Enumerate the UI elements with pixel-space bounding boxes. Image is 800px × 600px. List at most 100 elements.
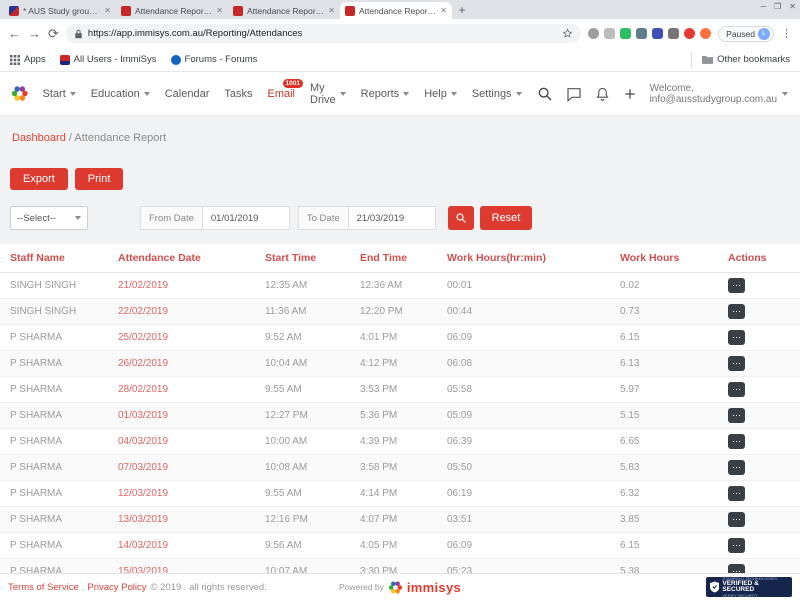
row-actions-button[interactable] (728, 330, 745, 345)
extension-icon[interactable] (652, 28, 663, 39)
cell-work-hours: 5.38 (610, 559, 718, 574)
table-row: SINGH SINGH 21/02/2019 12:35 AM 12:36 AM… (0, 273, 800, 299)
staff-select[interactable]: --Select-- (10, 206, 88, 230)
extension-icon[interactable] (620, 28, 631, 39)
breadcrumb-dashboard-link[interactable]: Dashboard (12, 132, 66, 144)
nav-item-help[interactable]: Help (424, 88, 457, 100)
chevron-down-icon (70, 92, 76, 96)
paused-extension-badge[interactable]: Paused L (718, 26, 774, 42)
extension-icon[interactable] (684, 28, 695, 39)
tab-close-icon[interactable] (440, 7, 447, 15)
powered-by-label: Powered by (339, 582, 384, 592)
nav-item-calendar[interactable]: Calendar (165, 88, 210, 100)
cell-attendance-date: 13/03/2019 (108, 507, 255, 533)
table-row: P SHARMA 04/03/2019 10:00 AM 4:39 PM 06:… (0, 429, 800, 455)
filter-search-button[interactable] (448, 206, 474, 230)
new-tab-button[interactable] (452, 3, 472, 19)
row-actions-button[interactable] (728, 564, 745, 573)
table-row: P SHARMA 13/03/2019 12:16 PM 4:07 PM 03:… (0, 507, 800, 533)
cell-staff-name: P SHARMA (0, 507, 108, 533)
export-button[interactable]: Export (10, 168, 68, 190)
browser-tab-active[interactable]: Attendance Report - ImmiSys (340, 2, 452, 19)
cell-end-time: 3:53 PM (350, 377, 437, 403)
nav-item-start[interactable]: Start (43, 88, 76, 100)
print-button[interactable]: Print (75, 168, 124, 190)
row-actions-button[interactable] (728, 408, 745, 423)
row-actions-button[interactable] (728, 538, 745, 553)
tab-close-icon[interactable] (216, 7, 223, 15)
browser-tab[interactable]: Attendance Report - ImmiSys (116, 2, 228, 19)
nav-item-reports[interactable]: Reports (361, 88, 410, 100)
forward-button[interactable] (28, 27, 41, 40)
cell-end-time: 5:36 PM (350, 403, 437, 429)
nav-item-settings[interactable]: Settings (472, 88, 522, 100)
cell-work-hours-hrmin: 00:44 (437, 299, 610, 325)
cell-start-time: 9:55 AM (255, 481, 350, 507)
bookmark-item[interactable]: Forums - Forums (171, 54, 258, 65)
cell-work-hours: 0.02 (610, 273, 718, 299)
nav-item-my-drive[interactable]: My Drive (310, 82, 346, 106)
window-close-button[interactable]: ✕ (789, 2, 796, 11)
tab-close-icon[interactable] (104, 7, 111, 15)
cell-attendance-date: 28/02/2019 (108, 377, 255, 403)
col-staff-name: Staff Name (0, 244, 108, 273)
window-minimize-button[interactable]: ─ (760, 2, 766, 11)
from-date-label: From Date (140, 206, 202, 230)
row-actions-button[interactable] (728, 382, 745, 397)
bookmark-item[interactable]: All Users - ImmiSys (60, 54, 157, 65)
window-restore-button[interactable]: ❐ (774, 2, 781, 11)
tab-close-icon[interactable] (328, 7, 335, 15)
cell-actions (718, 377, 800, 403)
extension-icon[interactable] (604, 28, 615, 39)
cell-staff-name: P SHARMA (0, 455, 108, 481)
immisys-footer-brand[interactable]: immisys (407, 580, 461, 595)
col-work-hours-hrmin: Work Hours(hr:min) (437, 244, 610, 273)
cell-end-time: 4:14 PM (350, 481, 437, 507)
browser-tab[interactable]: Attendance Report - ImmiSys (228, 2, 340, 19)
row-actions-button[interactable] (728, 512, 745, 527)
extension-icon[interactable] (588, 28, 599, 39)
verified-secured-badge[interactable]: STANFIELD TECHNOLOGIES VERIFIED & SECURE… (706, 577, 792, 597)
user-menu[interactable]: Welcome, info@ausstudygroup.com.au (650, 83, 788, 105)
reset-button[interactable]: Reset (480, 206, 533, 230)
other-bookmarks-button[interactable]: Other bookmarks (691, 52, 790, 68)
browser-menu-button[interactable] (781, 27, 792, 40)
add-button[interactable] (623, 87, 637, 101)
row-actions-button[interactable] (728, 434, 745, 449)
attendance-table-body: SINGH SINGH 21/02/2019 12:35 AM 12:36 AM… (0, 273, 800, 574)
row-actions-button[interactable] (728, 486, 745, 501)
row-actions-button[interactable] (728, 278, 745, 293)
row-actions-button[interactable] (728, 460, 745, 475)
reload-button[interactable] (48, 27, 59, 40)
notifications-button[interactable] (595, 86, 610, 102)
nav-item-education[interactable]: Education (91, 88, 150, 100)
cell-attendance-date: 04/03/2019 (108, 429, 255, 455)
address-bar[interactable]: https://app.immisys.com.au/Reporting/Att… (66, 24, 581, 43)
privacy-link[interactable]: Privacy Policy (87, 582, 146, 593)
to-date-input[interactable] (348, 206, 436, 230)
search-button[interactable] (537, 86, 553, 102)
cell-staff-name: P SHARMA (0, 403, 108, 429)
cell-start-time: 11:36 AM (255, 299, 350, 325)
col-work-hours: Work Hours (610, 244, 718, 273)
to-date-label: To Date (298, 206, 348, 230)
row-actions-button[interactable] (728, 356, 745, 371)
cell-attendance-date: 12/03/2019 (108, 481, 255, 507)
extension-icon[interactable] (636, 28, 647, 39)
terms-link[interactable]: Terms of Service (8, 582, 79, 593)
profile-avatar[interactable]: L (758, 28, 770, 40)
browser-tab[interactable]: * AUS Study group reporting tha (4, 2, 116, 19)
chat-button[interactable] (566, 86, 582, 102)
cell-actions (718, 299, 800, 325)
extension-icon[interactable] (700, 28, 711, 39)
from-date-input[interactable] (202, 206, 290, 230)
row-actions-button[interactable] (728, 304, 745, 319)
nav-item-email[interactable]: Email1001 (267, 88, 295, 100)
apps-button[interactable]: Apps (10, 54, 46, 65)
bookmark-star-icon[interactable] (562, 28, 573, 39)
immisys-logo[interactable] (12, 80, 28, 107)
nav-item-tasks[interactable]: Tasks (224, 88, 252, 100)
back-button[interactable] (8, 27, 21, 40)
extension-icon[interactable] (668, 28, 679, 39)
from-date-group: From Date (140, 206, 290, 230)
